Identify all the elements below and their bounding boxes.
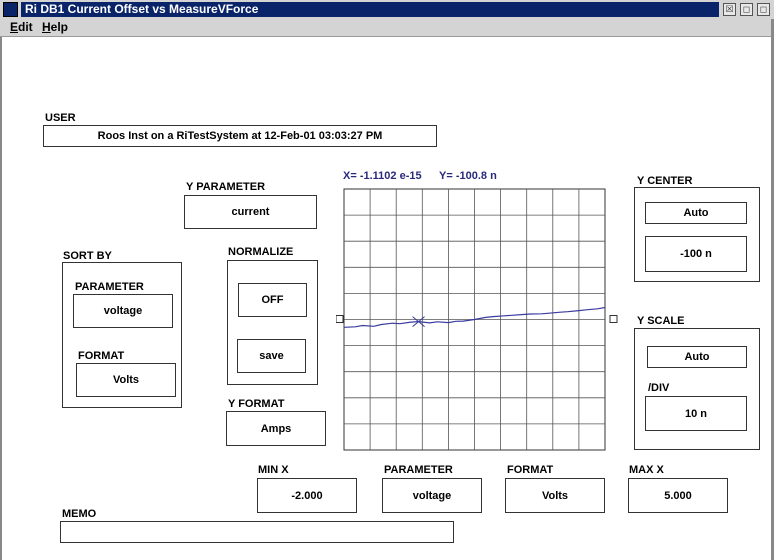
left-level-handle <box>336 315 344 323</box>
menu-edit-rest: dit <box>18 20 33 34</box>
max-x-label: MAX X <box>629 464 664 476</box>
normalize-label: NORMALIZE <box>228 246 294 258</box>
menu-help-mnemonic: H <box>42 20 51 34</box>
window-title: Ri DB1 Current Offset vs MeasureVForce <box>21 2 719 17</box>
memo-label: MEMO <box>62 508 97 520</box>
y-center-mode-button[interactable]: Auto <box>645 202 747 224</box>
sort-by-label: SORT BY <box>63 250 112 262</box>
x-format-field[interactable]: Volts <box>505 478 605 513</box>
maximize-icon[interactable]: ◻ <box>757 3 770 16</box>
title-bar: Ri DB1 Current Offset vs MeasureVForce ☒… <box>0 0 774 19</box>
x-parameter-field[interactable]: voltage <box>382 478 482 513</box>
memo-field[interactable] <box>60 521 454 543</box>
sort-parameter-label: PARAMETER <box>75 281 144 293</box>
menu-edit[interactable]: Edit <box>10 20 33 34</box>
window-frame-left <box>0 37 2 560</box>
y-scale-label: Y SCALE <box>637 315 685 327</box>
y-parameter-label: Y PARAMETER <box>186 181 266 193</box>
min-x-field[interactable]: -2.000 <box>257 478 357 513</box>
close-icon[interactable]: ☒ <box>723 3 736 16</box>
sort-format-label: FORMAT <box>78 350 125 362</box>
app-icon[interactable] <box>3 2 18 17</box>
y-parameter-field[interactable]: current <box>184 195 317 229</box>
user-label: USER <box>45 112 76 124</box>
div-label: /DIV <box>648 382 670 394</box>
minimize-icon[interactable]: ◻ <box>740 3 753 16</box>
x-format-label: FORMAT <box>507 464 554 476</box>
max-x-field[interactable]: 5.000 <box>628 478 728 513</box>
menu-help-rest: elp <box>50 20 69 34</box>
normalize-save-button[interactable]: save <box>237 339 306 373</box>
menu-help[interactable]: Help <box>42 20 68 34</box>
y-center-label: Y CENTER <box>637 175 693 187</box>
menu-bar: Edit Help <box>0 19 774 37</box>
sort-format-field[interactable]: Volts <box>76 363 176 397</box>
right-level-handle <box>609 315 618 323</box>
div-value-field[interactable]: 10 n <box>645 396 747 431</box>
sort-parameter-field[interactable]: voltage <box>73 294 173 328</box>
cursor-y-readout: Y= -100.8 n <box>439 170 497 182</box>
normalize-toggle-button[interactable]: OFF <box>238 283 307 317</box>
user-field[interactable]: Roos Inst on a RiTestSystem at 12-Feb-01… <box>43 125 437 147</box>
y-center-value-field[interactable]: -100 n <box>645 236 747 272</box>
x-parameter-label: PARAMETER <box>384 464 453 476</box>
menu-edit-mnemonic: E <box>10 20 19 34</box>
plot-area[interactable] <box>336 184 620 452</box>
y-format-field[interactable]: Amps <box>226 411 326 446</box>
y-format-label: Y FORMAT <box>228 398 285 410</box>
y-scale-mode-button[interactable]: Auto <box>647 346 747 368</box>
min-x-label: MIN X <box>258 464 289 476</box>
cursor-x-readout: X= -1.1102 e-15 <box>343 170 422 182</box>
